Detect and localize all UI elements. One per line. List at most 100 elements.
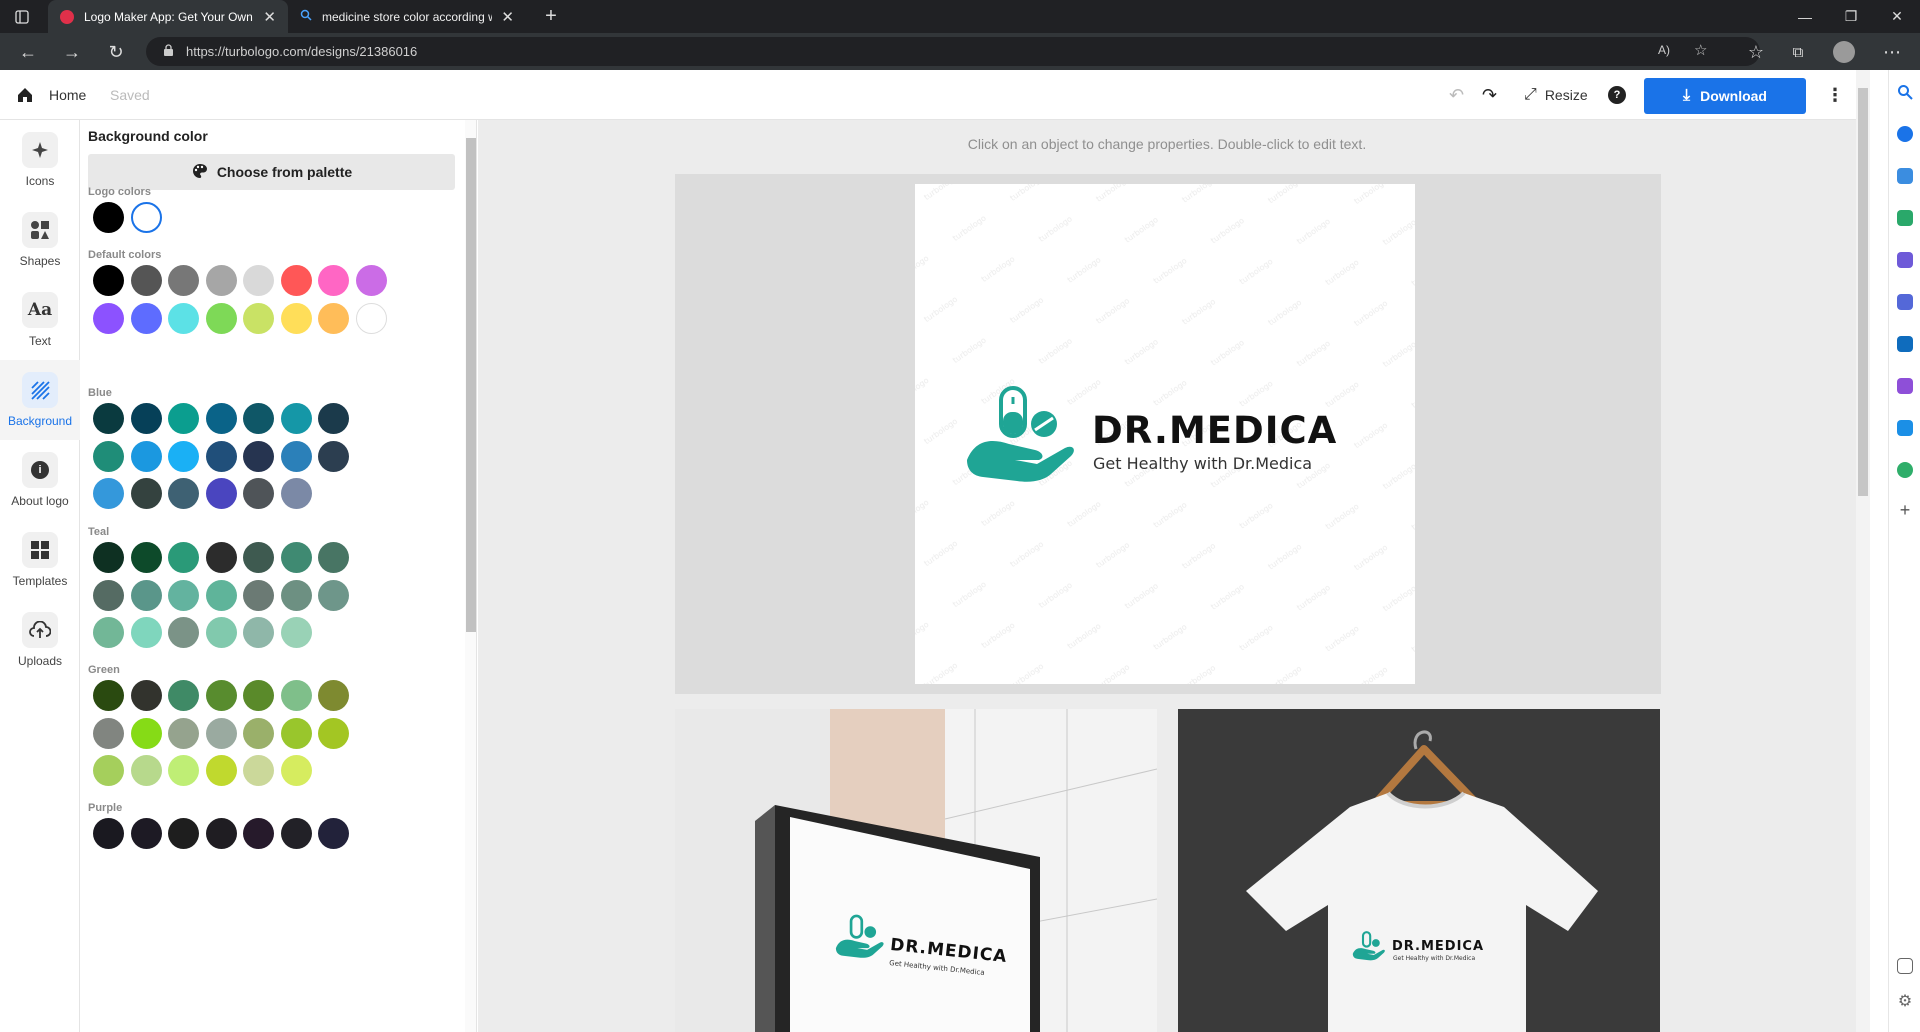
color-swatch[interactable] [355,302,387,334]
tree-icon[interactable] [1897,462,1913,478]
color-swatch[interactable] [205,579,237,611]
color-swatch[interactable] [93,680,124,711]
add-favorite-icon[interactable]: ☆ [1694,41,1707,59]
color-swatch[interactable] [280,755,312,786]
color-swatch[interactable] [205,542,237,573]
restore-icon[interactable]: ❐ [1828,0,1874,33]
panel-scrollbar-thumb[interactable] [466,138,476,632]
color-swatch[interactable] [130,680,162,711]
color-swatch[interactable] [205,302,237,334]
outlook-icon[interactable] [1897,336,1913,352]
color-swatch[interactable] [243,302,274,334]
color-swatch[interactable] [280,680,312,711]
color-swatch[interactable] [168,680,199,711]
forward-icon[interactable]: → [58,39,86,65]
color-swatch[interactable] [168,440,199,472]
color-swatch[interactable] [130,403,162,434]
rail-item-icons[interactable]: Icons [0,120,80,200]
close-tab-icon[interactable]: ✕ [501,8,514,26]
color-swatch[interactable] [243,265,274,296]
color-swatch[interactable] [130,478,162,509]
color-swatch[interactable] [280,403,312,434]
color-swatch[interactable] [130,440,162,472]
color-swatch[interactable] [130,265,162,296]
color-swatch[interactable] [130,579,162,611]
canvas-scrollbar-thumb[interactable] [1858,88,1868,496]
choose-from-palette-button[interactable]: Choose from palette [88,154,455,190]
color-swatch[interactable] [168,403,199,434]
color-swatch[interactable] [168,755,199,786]
color-swatch[interactable] [168,579,199,611]
tools-icon[interactable] [1897,210,1913,226]
rail-item-background[interactable]: Background [0,360,80,440]
color-swatch[interactable] [93,403,124,434]
color-swatch[interactable] [318,680,349,711]
hand-pill-logo-icon[interactable] [965,384,1077,484]
color-swatch[interactable] [280,717,312,749]
new-tab-icon[interactable]: + [528,0,574,33]
favorites-icon[interactable]: ☆ [1742,39,1770,65]
color-swatch[interactable] [243,680,274,711]
bing-chat-icon[interactable] [1897,126,1913,142]
color-swatch[interactable] [93,302,124,334]
color-swatch[interactable] [168,542,199,573]
color-swatch[interactable] [280,440,312,472]
color-swatch[interactable] [93,478,124,509]
home-link[interactable]: Home [49,70,86,120]
color-swatch[interactable] [318,818,349,849]
color-swatch[interactable] [130,202,162,233]
color-swatch[interactable] [243,403,274,434]
search-icon[interactable] [1897,84,1913,100]
color-swatch[interactable] [130,755,162,786]
color-swatch[interactable] [280,302,312,334]
tab-medicine-search[interactable]: medicine store color according w ✕ [290,0,526,33]
color-swatch[interactable] [93,202,124,233]
color-swatch[interactable] [205,265,237,296]
color-swatch[interactable] [168,302,199,334]
redo-icon[interactable]: ↷ [1482,70,1497,120]
rail-item-about-logo[interactable]: i About logo [0,440,80,520]
color-swatch[interactable] [93,440,124,472]
color-swatch[interactable] [205,403,237,434]
color-swatch[interactable] [280,542,312,573]
url-field[interactable]: https://turbologo.com/designs/21386016 A… [146,37,1760,66]
rail-item-shapes[interactable]: Shapes [0,200,80,280]
collections-icon[interactable]: ⧉ [1784,39,1812,65]
color-swatch[interactable] [205,818,237,849]
color-swatch[interactable] [205,717,237,749]
tab-logo-maker[interactable]: Logo Maker App: Get Your Own ✕ [48,0,288,33]
home-icon[interactable] [16,70,34,120]
color-swatch[interactable] [93,579,124,611]
color-swatch[interactable] [318,542,349,573]
rail-item-uploads[interactable]: Uploads [0,600,80,680]
close-tab-icon[interactable]: ✕ [263,8,276,26]
color-swatch[interactable] [205,478,237,509]
reload-icon[interactable]: ↻ [102,39,130,65]
color-swatch[interactable] [93,755,124,786]
color-swatch[interactable] [168,717,199,749]
resize-button[interactable]: ⤢ Resize [1524,70,1588,120]
color-swatch[interactable] [243,617,274,648]
more-menu-icon[interactable]: ⋯ [1878,39,1906,65]
rail-item-templates[interactable]: Templates [0,520,80,600]
rail-item-text[interactable]: Aa Text [0,280,80,360]
kebab-menu-icon[interactable]: ⋮ [1826,70,1844,120]
close-window-icon[interactable]: ✕ [1874,0,1920,33]
color-swatch[interactable] [355,265,387,296]
color-swatch[interactable] [93,265,124,296]
color-swatch[interactable] [243,440,274,472]
color-swatch[interactable] [130,818,162,849]
color-swatch[interactable] [243,717,274,749]
color-swatch[interactable] [205,755,237,786]
color-swatch[interactable] [243,579,274,611]
color-swatch[interactable] [243,542,274,573]
office-icon[interactable] [1897,294,1913,310]
color-swatch[interactable] [318,403,349,434]
hide-sidebar-icon[interactable] [1897,958,1913,974]
back-icon[interactable]: ← [14,39,42,65]
logo-tagline[interactable]: Get Healthy with Dr.Medica [1093,454,1312,473]
color-swatch[interactable] [93,542,124,573]
logo-brand-name[interactable]: DR.MEDICA [1092,409,1337,452]
shopping-tag-icon[interactable] [1897,168,1913,184]
color-swatch[interactable] [93,617,124,648]
